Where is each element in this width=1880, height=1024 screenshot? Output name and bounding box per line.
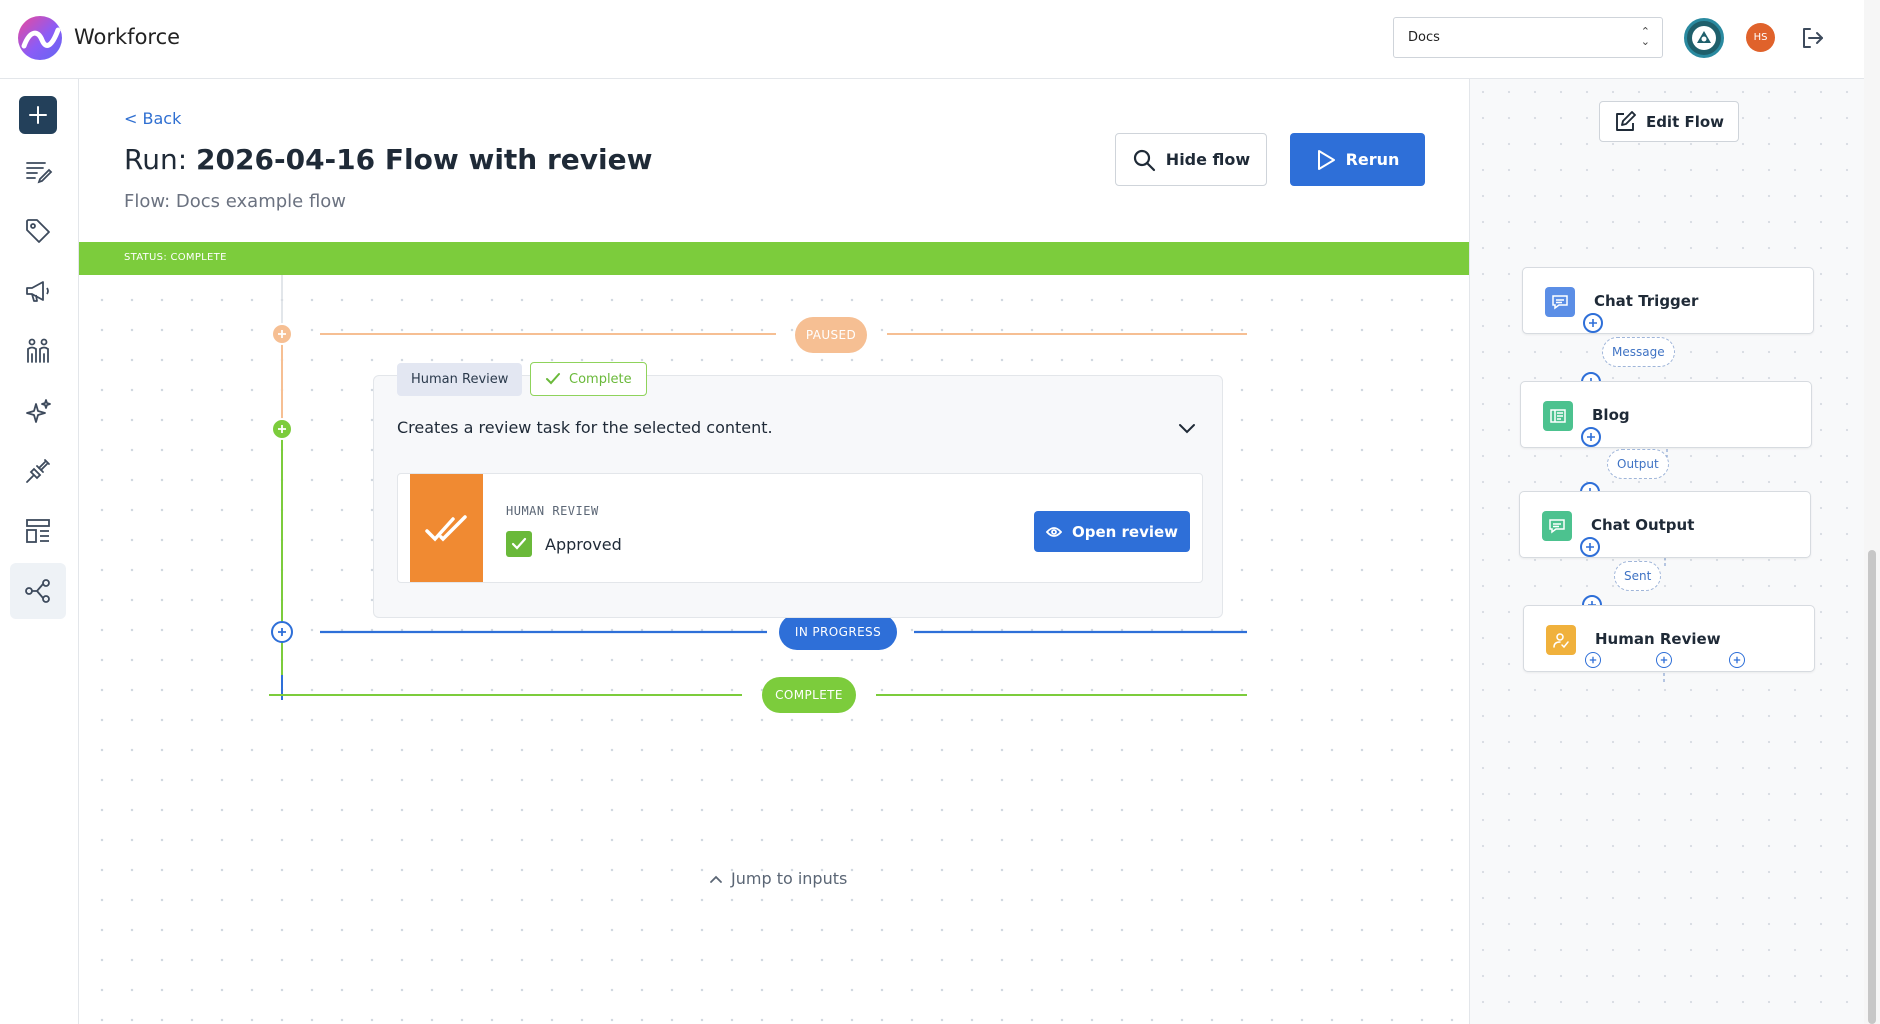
approved-check-icon	[506, 531, 532, 557]
eye-icon	[1045, 526, 1062, 537]
hide-flow-button[interactable]: Hide flow	[1115, 133, 1267, 186]
sidebar-item-integrations[interactable]	[10, 443, 66, 499]
person-check-icon	[1546, 625, 1576, 655]
jump-to-inputs-link[interactable]: Jump to inputs	[709, 869, 847, 888]
connector-plus-icon[interactable]	[1583, 313, 1603, 333]
top-bar: Workforce Docs ⌃ ⌄ HS	[0, 0, 1864, 79]
rerun-button[interactable]: Rerun	[1290, 133, 1425, 186]
sidebar-item-people[interactable]	[10, 323, 66, 379]
complete-pill: COMPLETE	[762, 677, 856, 713]
sidebar-item-flows[interactable]	[10, 563, 66, 619]
result-value: Approved	[545, 535, 622, 554]
select-chevron-icon: ⌃ ⌄	[1640, 25, 1650, 48]
sidebar-item-tags[interactable]	[10, 203, 66, 259]
run-name: 2026-04-16 Flow with review	[196, 143, 653, 176]
double-check-icon	[424, 515, 467, 542]
run-main: < Back Run: 2026-04-16 Flow with review …	[79, 79, 1469, 1024]
people-icon	[27, 338, 49, 363]
step-status-label: Complete	[569, 371, 632, 387]
expand-chevron-icon[interactable]	[1177, 421, 1197, 440]
workspace-select-value: Docs	[1408, 30, 1440, 45]
sidebar-item-content[interactable]	[10, 143, 66, 199]
result-type-label: HUMAN REVIEW	[506, 504, 599, 518]
connector-plus-icon[interactable]	[1581, 427, 1601, 447]
page-title: Run: 2026-04-16 Flow with review	[124, 143, 653, 176]
workspace-select[interactable]: Docs ⌃ ⌄	[1393, 17, 1663, 58]
page-scrollbar[interactable]	[1864, 0, 1880, 1024]
sidebar-item-ai[interactable]	[10, 383, 66, 439]
flow-icon	[25, 579, 50, 603]
sidebar-item-templates[interactable]	[10, 503, 66, 559]
open-review-button[interactable]: Open review	[1034, 511, 1190, 552]
org-avatar[interactable]	[1684, 18, 1724, 58]
jump-label: Jump to inputs	[731, 869, 848, 888]
back-link[interactable]: < Back	[124, 109, 181, 128]
new-button[interactable]	[19, 96, 57, 134]
step-status-tag: Complete	[530, 362, 647, 396]
tag-icon	[26, 219, 50, 243]
play-icon	[1317, 149, 1335, 170]
connector-plus-icon[interactable]	[1729, 652, 1745, 668]
plug-icon	[26, 459, 50, 483]
search-icon	[1133, 149, 1155, 171]
plus-icon	[29, 106, 47, 124]
review-result-card: HUMAN REVIEW Approved Open review	[397, 473, 1203, 583]
edge-label-sent: Sent	[1614, 561, 1662, 591]
layout-icon	[26, 519, 50, 543]
node-label: Chat Trigger	[1594, 292, 1699, 310]
edge-label-output: Output	[1607, 449, 1669, 479]
node-label: Blog	[1592, 406, 1630, 424]
sparkle-icon	[26, 399, 51, 423]
brand-name: Workforce	[74, 25, 181, 49]
document-icon	[1543, 401, 1573, 431]
user-avatar[interactable]: HS	[1746, 23, 1775, 52]
edit-list-icon	[26, 162, 53, 184]
node-label: Chat Output	[1591, 516, 1695, 534]
status-bar: STATUS: COMPLETE	[79, 242, 1469, 275]
flow-node-blog[interactable]: Blog	[1520, 381, 1812, 448]
paused-pill: PAUSED	[795, 317, 867, 353]
chevron-up-icon	[710, 875, 722, 883]
workforce-logo[interactable]	[18, 16, 62, 60]
run-timeline-canvas: PAUSED IN PROGRESS COMPLETE Human Review…	[79, 275, 1469, 1024]
chat-icon	[1545, 287, 1575, 317]
step-name-tag: Human Review	[397, 363, 523, 396]
flow-node-chat-output[interactable]: Chat Output	[1519, 491, 1811, 558]
node-label: Human Review	[1595, 630, 1721, 648]
edge-label-message: Message	[1602, 337, 1675, 367]
connector-plus-icon[interactable]	[1585, 652, 1601, 668]
flow-panel: Edit Flow Chat Trigger Message Blog Outp…	[1469, 79, 1864, 1024]
scrollbar-thumb[interactable]	[1868, 550, 1876, 1024]
chat-icon	[1542, 511, 1572, 541]
open-review-label: Open review	[1071, 522, 1179, 541]
logout-icon[interactable]	[1799, 25, 1825, 55]
step-description: Creates a review task for the selected c…	[397, 418, 773, 437]
flow-subtitle: Flow: Docs example flow	[124, 191, 347, 212]
check-icon	[546, 373, 560, 385]
hide-flow-label: Hide flow	[1165, 150, 1251, 169]
flow-node-chat-trigger[interactable]: Chat Trigger	[1522, 267, 1814, 334]
connector-plus-icon[interactable]	[1580, 537, 1600, 557]
sidebar	[0, 79, 79, 1024]
connector-plus-icon[interactable]	[1656, 652, 1672, 668]
review-thumbnail	[410, 474, 483, 582]
sidebar-item-campaigns[interactable]	[10, 263, 66, 319]
title-prefix: Run:	[124, 143, 188, 176]
rerun-label: Rerun	[1345, 150, 1400, 169]
megaphone-icon	[26, 281, 49, 302]
in-progress-pill: IN PROGRESS	[779, 614, 897, 650]
